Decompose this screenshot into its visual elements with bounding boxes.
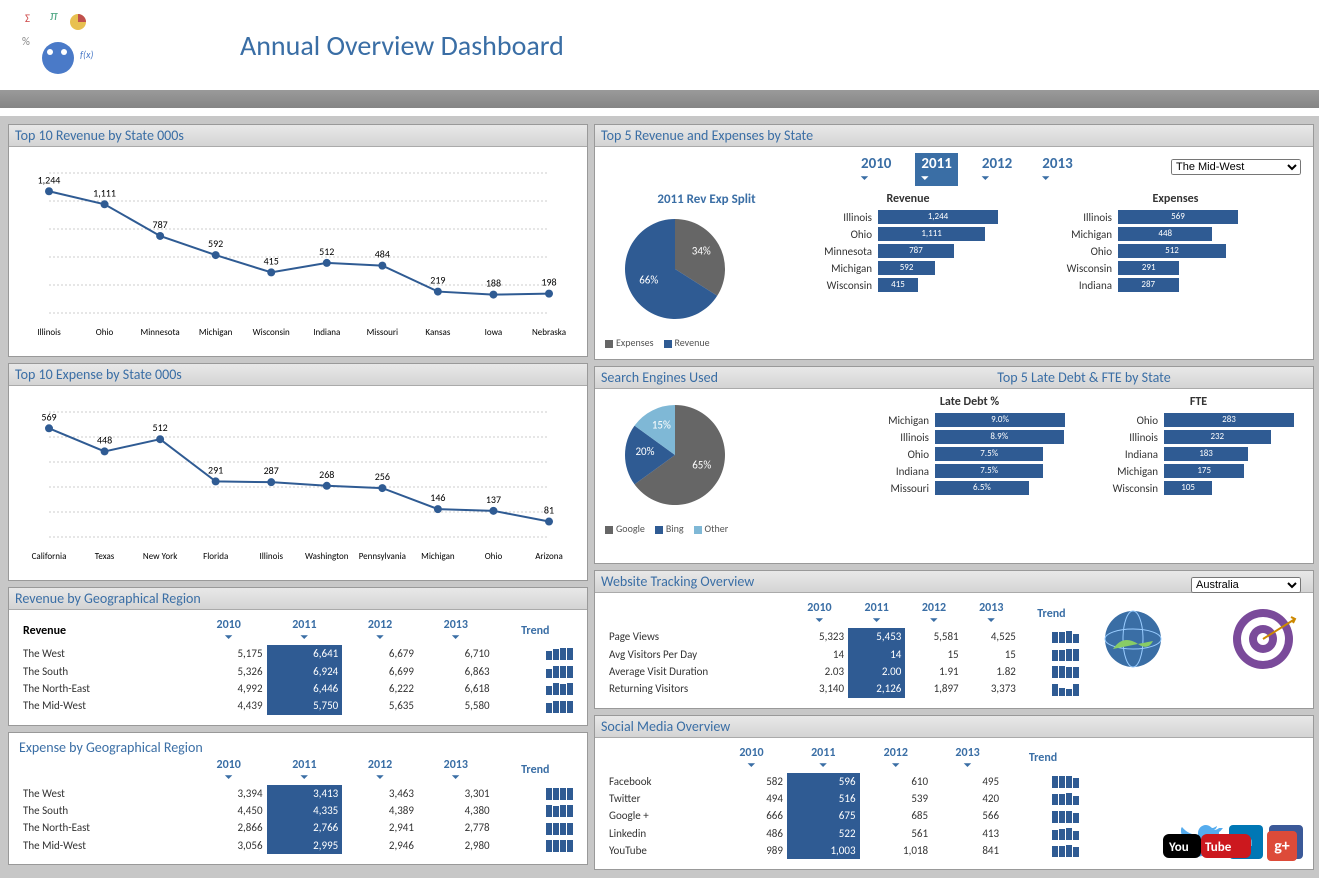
- svg-text:Iowa: Iowa: [485, 327, 503, 338]
- svg-text:256: 256: [375, 470, 390, 483]
- expense-geo-table: 2010⏷2011⏷2012⏷2013⏷TrendThe West3,3943,…: [19, 756, 577, 855]
- svg-text:You: You: [1168, 840, 1189, 855]
- svg-text:Missouri: Missouri: [367, 327, 398, 338]
- svg-text:Arizona: Arizona: [535, 551, 563, 562]
- revenue-bars: Illinois1,244Ohio1,111Minnesota787Michig…: [808, 210, 1008, 292]
- country-select[interactable]: Australia: [1191, 577, 1301, 593]
- panel-expense-by-state: Top 10 Expense by State 000s 569 448 512 29…: [8, 363, 588, 581]
- svg-text:π: π: [50, 10, 58, 24]
- svg-text:%: %: [22, 35, 30, 48]
- svg-text:Tube: Tube: [1205, 840, 1232, 855]
- panel-title: Top 10 Revenue by State 000s: [9, 125, 587, 147]
- svg-text:65%: 65%: [692, 459, 711, 472]
- svg-text:287: 287: [264, 464, 279, 477]
- target-icon: [1223, 599, 1303, 679]
- latedebt-bars: Michigan9.0%Illinois8.9%Ohio7.5%Indiana7…: [865, 413, 1074, 495]
- svg-text:34%: 34%: [692, 245, 711, 258]
- svg-text:512: 512: [319, 245, 334, 258]
- svg-text:188: 188: [486, 277, 501, 290]
- svg-text:15%: 15%: [652, 418, 671, 431]
- svg-text:Pennsylvania: Pennsylvania: [359, 551, 406, 562]
- svg-text:Ohio: Ohio: [96, 327, 114, 338]
- fte-subhead: FTE: [1094, 395, 1303, 409]
- revenue-geo-table: Revenue2010⏷2011⏷2012⏷2013⏷TrendThe West…: [19, 616, 577, 715]
- svg-text:512: 512: [153, 421, 168, 434]
- panel-title: Social Media Overview: [595, 716, 1313, 738]
- svg-text:137: 137: [486, 493, 501, 506]
- svg-text:f(x): f(x): [80, 48, 93, 61]
- panel-revenue-by-state: Top 10 Revenue by State 000s 1,244 1,111 7…: [8, 124, 588, 357]
- panel-title: Search Engines Used: [595, 367, 855, 389]
- panel-title: Expense by Geographical Region: [19, 739, 203, 756]
- svg-text:Illinois: Illinois: [259, 551, 283, 562]
- svg-text:Washington: Washington: [305, 551, 349, 562]
- panel-title: Top 5 Late Debt & FTE by State: [855, 367, 1313, 389]
- expense-bars: Illinois569Michigan448Ohio512Wisconsin29…: [1048, 210, 1303, 292]
- svg-text:20%: 20%: [635, 445, 654, 458]
- youtube-icon: You Tube: [1163, 832, 1253, 863]
- year-tab-2010[interactable]: 2010⏷: [855, 153, 897, 186]
- year-tab-2011[interactable]: 2011⏷: [915, 153, 957, 186]
- rev-exp-pie: 34% 66%: [605, 209, 765, 329]
- svg-text:Florida: Florida: [203, 551, 228, 562]
- expense-line-chart: 569 448 512 291 287 268 256 146 137 81 California T…: [19, 392, 579, 567]
- panel-expense-geo: Expense by Geographical Region 2010⏷2011…: [8, 732, 588, 866]
- fte-bars: Ohio283Illinois232Indiana183Michigan175W…: [1094, 413, 1303, 495]
- svg-text:146: 146: [430, 491, 445, 504]
- year-tab-2012[interactable]: 2012⏷: [976, 153, 1018, 186]
- svg-text:787: 787: [153, 218, 168, 231]
- svg-text:415: 415: [264, 254, 279, 267]
- pie-title: 2011 Rev Exp Split: [605, 192, 808, 207]
- latedebt-subhead: Late Debt %: [865, 395, 1074, 409]
- svg-text:592: 592: [208, 237, 223, 250]
- svg-text:268: 268: [319, 468, 334, 481]
- svg-text:Indiana: Indiana: [313, 327, 340, 338]
- svg-text:1,244: 1,244: [38, 173, 61, 186]
- svg-text:New York: New York: [143, 551, 177, 562]
- region-select[interactable]: The Mid-West: [1171, 159, 1301, 175]
- svg-text:81: 81: [544, 504, 554, 517]
- pie-legend: ExpensesRevenue: [605, 336, 808, 349]
- svg-text:Michigan: Michigan: [199, 327, 233, 338]
- svg-text:66%: 66%: [639, 273, 658, 286]
- svg-text:Minnesota: Minnesota: [141, 327, 180, 338]
- page-title: Annual Overview Dashboard: [240, 28, 564, 63]
- app-logo: Σ π % f(x): [20, 10, 110, 80]
- search-legend: GoogleBingOther: [605, 522, 865, 535]
- panel-social: Social Media Overview 2010⏷2011⏷2012⏷201…: [594, 715, 1314, 871]
- search-pie: 65% 20% 15%: [605, 395, 765, 515]
- revenue-line-chart: 1,244 1,111 787 592 415 512 484 219 188 198 Illino…: [19, 153, 579, 343]
- web-table: 2010⏷2011⏷2012⏷2013⏷TrendPage Views5,323…: [605, 599, 1083, 698]
- svg-text:Texas: Texas: [95, 551, 115, 562]
- panel-title: Revenue by Geographical Region: [9, 588, 587, 610]
- svg-text:Σ: Σ: [25, 12, 30, 25]
- divider-bar: [0, 90, 1319, 108]
- social-table: 2010⏷2011⏷2012⏷2013⏷TrendFacebook5825966…: [605, 744, 1083, 860]
- svg-text:448: 448: [97, 433, 112, 446]
- svg-text:569: 569: [41, 410, 56, 423]
- panel-search-latedebt: Search Engines Used Top 5 Late Debt & FT…: [594, 366, 1314, 564]
- svg-text:Wisconsin: Wisconsin: [253, 327, 290, 338]
- svg-text:Nebraska: Nebraska: [532, 327, 566, 338]
- expenses-subhead: Expenses: [1048, 192, 1303, 206]
- svg-text:291: 291: [208, 463, 223, 476]
- svg-text:219: 219: [430, 274, 445, 287]
- svg-text:198: 198: [541, 276, 556, 289]
- svg-text:Kansas: Kansas: [425, 327, 450, 338]
- globe-icon: [1093, 599, 1173, 679]
- panel-top5-rev-exp: Top 5 Revenue and Expenses by State 2010…: [594, 124, 1314, 360]
- svg-text:California: California: [32, 551, 67, 562]
- svg-text:Illinois: Illinois: [37, 327, 61, 338]
- svg-text:484: 484: [375, 248, 390, 261]
- panel-title: Top 10 Expense by State 000s: [9, 364, 587, 386]
- panel-title: Top 5 Revenue and Expenses by State: [595, 125, 1313, 147]
- year-tab-2013[interactable]: 2013⏷: [1036, 153, 1078, 186]
- panel-web-tracking: Website Tracking Overview Australia 2010…: [594, 570, 1314, 709]
- svg-text:Ohio: Ohio: [485, 551, 503, 562]
- panel-revenue-geo: Revenue by Geographical Region Revenue20…: [8, 587, 588, 726]
- svg-text:Michigan: Michigan: [421, 551, 455, 562]
- svg-text:1,111: 1,111: [93, 186, 116, 199]
- revenue-subhead: Revenue: [808, 192, 1008, 206]
